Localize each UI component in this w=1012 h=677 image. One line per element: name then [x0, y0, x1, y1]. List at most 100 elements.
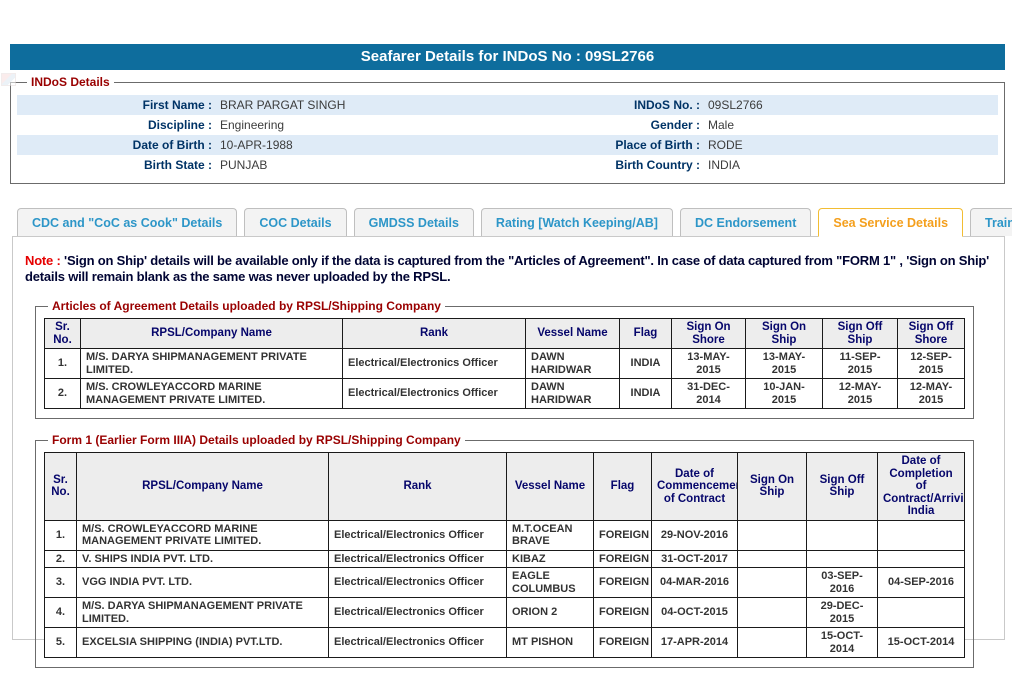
table-cell: 29-NOV-2016 [652, 520, 738, 550]
table-cell: M.T.OCEAN BRAVE [507, 520, 594, 550]
table-cell: FOREIGN [594, 520, 652, 550]
broken-image-icon [1, 73, 16, 86]
table-cell [738, 568, 807, 598]
table-cell: 31-OCT-2017 [652, 550, 738, 568]
table-cell: DAWN HARIDWAR [526, 349, 620, 379]
field-value: RODE [700, 138, 998, 152]
field-label: Birth State : [17, 158, 212, 172]
table-cell [738, 598, 807, 628]
column-header: Sign On Ship [738, 453, 807, 521]
tab-coc[interactable]: COC Details [244, 208, 346, 236]
field-label: Discipline : [17, 118, 212, 132]
table-cell [878, 520, 965, 550]
table-cell [878, 598, 965, 628]
form1-details-table: Sr. No.RPSL/Company NameRankVessel NameF… [44, 452, 965, 658]
table-cell: 4. [45, 598, 77, 628]
articles-of-agreement-table: Sr. No.RPSL/Company NameRankVessel NameF… [44, 318, 965, 409]
table-cell: Electrical/Electronics Officer [343, 349, 526, 379]
table-cell [738, 550, 807, 568]
table-header-row: Sr. No.RPSL/Company NameRankVessel NameF… [45, 319, 965, 349]
sign-on-ship-note: Note : 'Sign on Ship' details will be av… [25, 253, 992, 285]
table-cell: 5. [45, 628, 77, 658]
table-cell: Electrical/Electronics Officer [329, 550, 507, 568]
tab-cdc-coc-cook[interactable]: CDC and "CoC as Cook" Details [17, 208, 237, 236]
column-header: Vessel Name [507, 453, 594, 521]
table-row: 2.V. SHIPS INDIA PVT. LTD.Electrical/Ele… [45, 550, 965, 568]
table-cell: FOREIGN [594, 628, 652, 658]
table-cell: VGG INDIA PVT. LTD. [77, 568, 329, 598]
table-cell: FOREIGN [594, 568, 652, 598]
table-cell: 2. [45, 379, 81, 409]
table-header-row: Sr. No.RPSL/Company NameRankVessel NameF… [45, 453, 965, 521]
indos-details-legend: INDoS Details [27, 75, 114, 89]
articles-of-agreement-legend: Articles of Agreement Details uploaded b… [48, 299, 445, 313]
table-cell: M/S. DARYA SHIPMANAGEMENT PRIVATE LIMITE… [77, 598, 329, 628]
table-cell: 03-SEP-2016 [807, 568, 878, 598]
page-title: Seafarer Details for INDoS No : 09SL2766 [10, 44, 1005, 70]
table-cell: 29-DEC-2015 [807, 598, 878, 628]
column-header: Date of Commencement of Contract [652, 453, 738, 521]
indos-details-fieldset: INDoS Details First Name :BRAR PARGAT SI… [10, 75, 1005, 184]
table-cell: 1. [45, 520, 77, 550]
table-cell: KIBAZ [507, 550, 594, 568]
table-cell: 3. [45, 568, 77, 598]
table-cell: 13-MAY-2015 [672, 349, 746, 379]
table-cell: 12-MAY-2015 [823, 379, 898, 409]
table-row: 1.M/S. CROWLEYACCORD MARINE MANAGEMENT P… [45, 520, 965, 550]
table-cell: Electrical/Electronics Officer [329, 568, 507, 598]
table-cell: 31-DEC-2014 [672, 379, 746, 409]
table-row: 4.M/S. DARYA SHIPMANAGEMENT PRIVATE LIMI… [45, 598, 965, 628]
table-row: 5.EXCELSIA SHIPPING (INDIA) PVT.LTD.Elec… [45, 628, 965, 658]
tab-dc-endorsement[interactable]: DC Endorsement [680, 208, 811, 236]
tab-sea-service[interactable]: Sea Service Details [818, 208, 963, 237]
form1-details-legend: Form 1 (Earlier Form IIIA) Details uploa… [48, 433, 465, 447]
tab-bar: CDC and "CoC as Cook" DetailsCOC Details… [12, 208, 1005, 236]
table-cell: 13-MAY-2015 [746, 349, 823, 379]
indos-row: Date of Birth :10-APR-1988Place of Birth… [17, 135, 998, 155]
table-cell: INDIA [620, 379, 672, 409]
table-cell: 15-OCT-2014 [807, 628, 878, 658]
table-cell: 12-SEP-2015 [898, 349, 965, 379]
sea-service-tab-panel: Note : 'Sign on Ship' details will be av… [12, 236, 1005, 640]
table-cell: EAGLE COLUMBUS [507, 568, 594, 598]
field-value: BRAR PARGAT SINGH [212, 98, 505, 112]
field-label: Gender : [505, 118, 700, 132]
column-header: Date of Completion of Contract/Arriving … [878, 453, 965, 521]
field-value: Male [700, 118, 998, 132]
column-header: RPSL/Company Name [81, 319, 343, 349]
table-cell: 11-SEP-2015 [823, 349, 898, 379]
table-cell: 1. [45, 349, 81, 379]
table-cell: EXCELSIA SHIPPING (INDIA) PVT.LTD. [77, 628, 329, 658]
sea-service-tabs-section: CDC and "CoC as Cook" DetailsCOC Details… [12, 208, 1005, 640]
field-label: Place of Birth : [505, 138, 700, 152]
table-cell: 2. [45, 550, 77, 568]
table-cell [807, 550, 878, 568]
indos-details-grid: First Name :BRAR PARGAT SINGHINDoS No. :… [17, 95, 998, 175]
table-cell: FOREIGN [594, 550, 652, 568]
column-header: Flag [594, 453, 652, 521]
table-cell: 12-MAY-2015 [898, 379, 965, 409]
column-header: Sign On Shore [672, 319, 746, 349]
table-cell [807, 520, 878, 550]
note-prefix: Note : [25, 253, 61, 268]
table-row: 1.M/S. DARYA SHIPMANAGEMENT PRIVATE LIMI… [45, 349, 965, 379]
tab-gmdss[interactable]: GMDSS Details [354, 208, 474, 236]
field-value: Engineering [212, 118, 505, 132]
column-header: Sign On Ship [746, 319, 823, 349]
indos-row: Birth State :PUNJABBirth Country :INDIA [17, 155, 998, 175]
column-header: Rank [343, 319, 526, 349]
table-cell: DAWN HARIDWAR [526, 379, 620, 409]
table-cell: 10-JAN-2015 [746, 379, 823, 409]
table-cell [738, 628, 807, 658]
table-row: 2.M/S. CROWLEYACCORD MARINE MANAGEMENT P… [45, 379, 965, 409]
field-value: INDIA [700, 158, 998, 172]
table-cell: INDIA [620, 349, 672, 379]
table-cell: 04-MAR-2016 [652, 568, 738, 598]
field-label: First Name : [17, 98, 212, 112]
tab-rating[interactable]: Rating [Watch Keeping/AB] [481, 208, 673, 236]
field-value: PUNJAB [212, 158, 505, 172]
column-header: Sign Off Shore [898, 319, 965, 349]
column-header: Sr. No. [45, 319, 81, 349]
tab-training[interactable]: Training Details [970, 208, 1012, 236]
indos-row: First Name :BRAR PARGAT SINGHINDoS No. :… [17, 95, 998, 115]
